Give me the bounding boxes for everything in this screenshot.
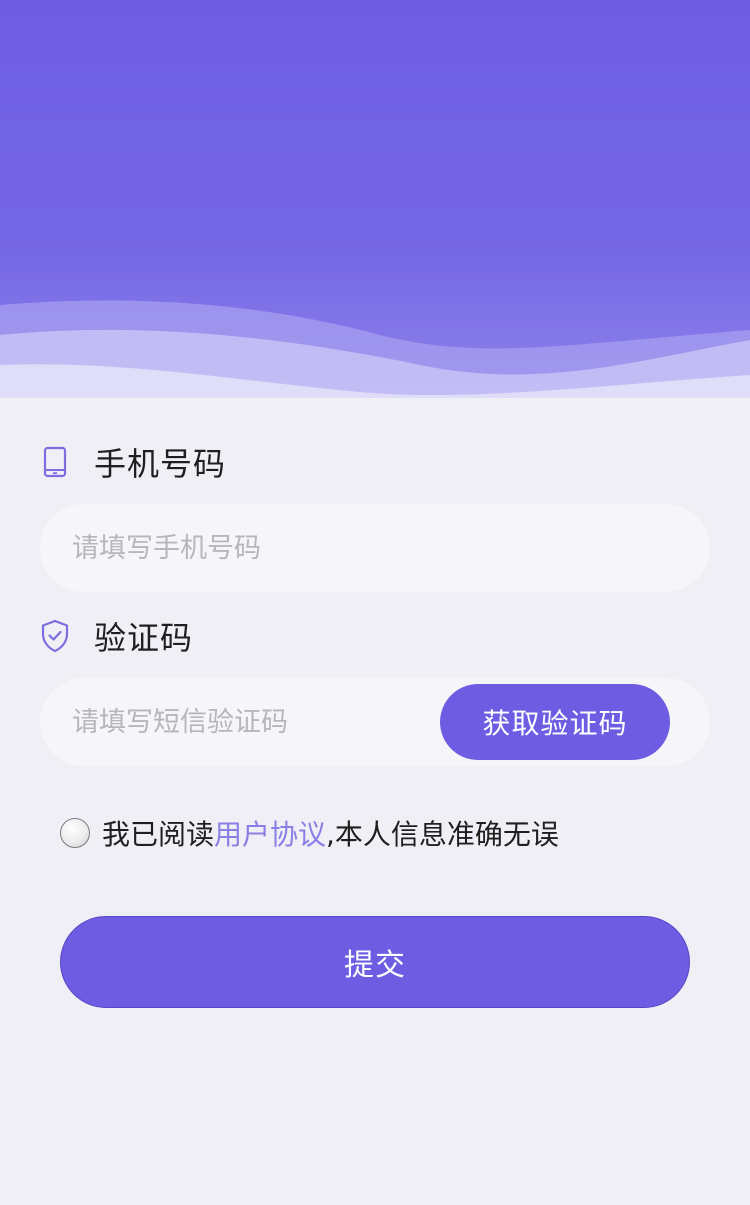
code-label: 验证码: [94, 619, 194, 657]
phone-input[interactable]: [40, 504, 710, 592]
user-agreement-link[interactable]: 用户协议: [214, 813, 326, 853]
code-input[interactable]: [40, 678, 430, 766]
phone-label-row: 手机号码: [40, 437, 226, 487]
code-input-container: 获取验证码: [40, 678, 710, 766]
get-code-button[interactable]: 获取验证码: [440, 684, 670, 760]
agreement-suffix: ,本人信息准确无误: [326, 818, 559, 851]
code-label-row: 验证码: [40, 611, 193, 661]
phone-label: 手机号码: [94, 445, 227, 483]
tablet-icon: [40, 445, 70, 479]
agreement-row: 我已阅读 用户协议 ,本人信息准确无误: [60, 810, 559, 856]
wave-background: [0, 0, 750, 405]
header-banner: [0, 0, 750, 405]
agreement-radio[interactable]: [60, 818, 90, 848]
phone-input-container: [40, 504, 710, 592]
agreement-prefix: 我已阅读: [102, 818, 215, 851]
submit-button[interactable]: 提交: [60, 916, 690, 1008]
shield-check-icon: [40, 619, 70, 653]
